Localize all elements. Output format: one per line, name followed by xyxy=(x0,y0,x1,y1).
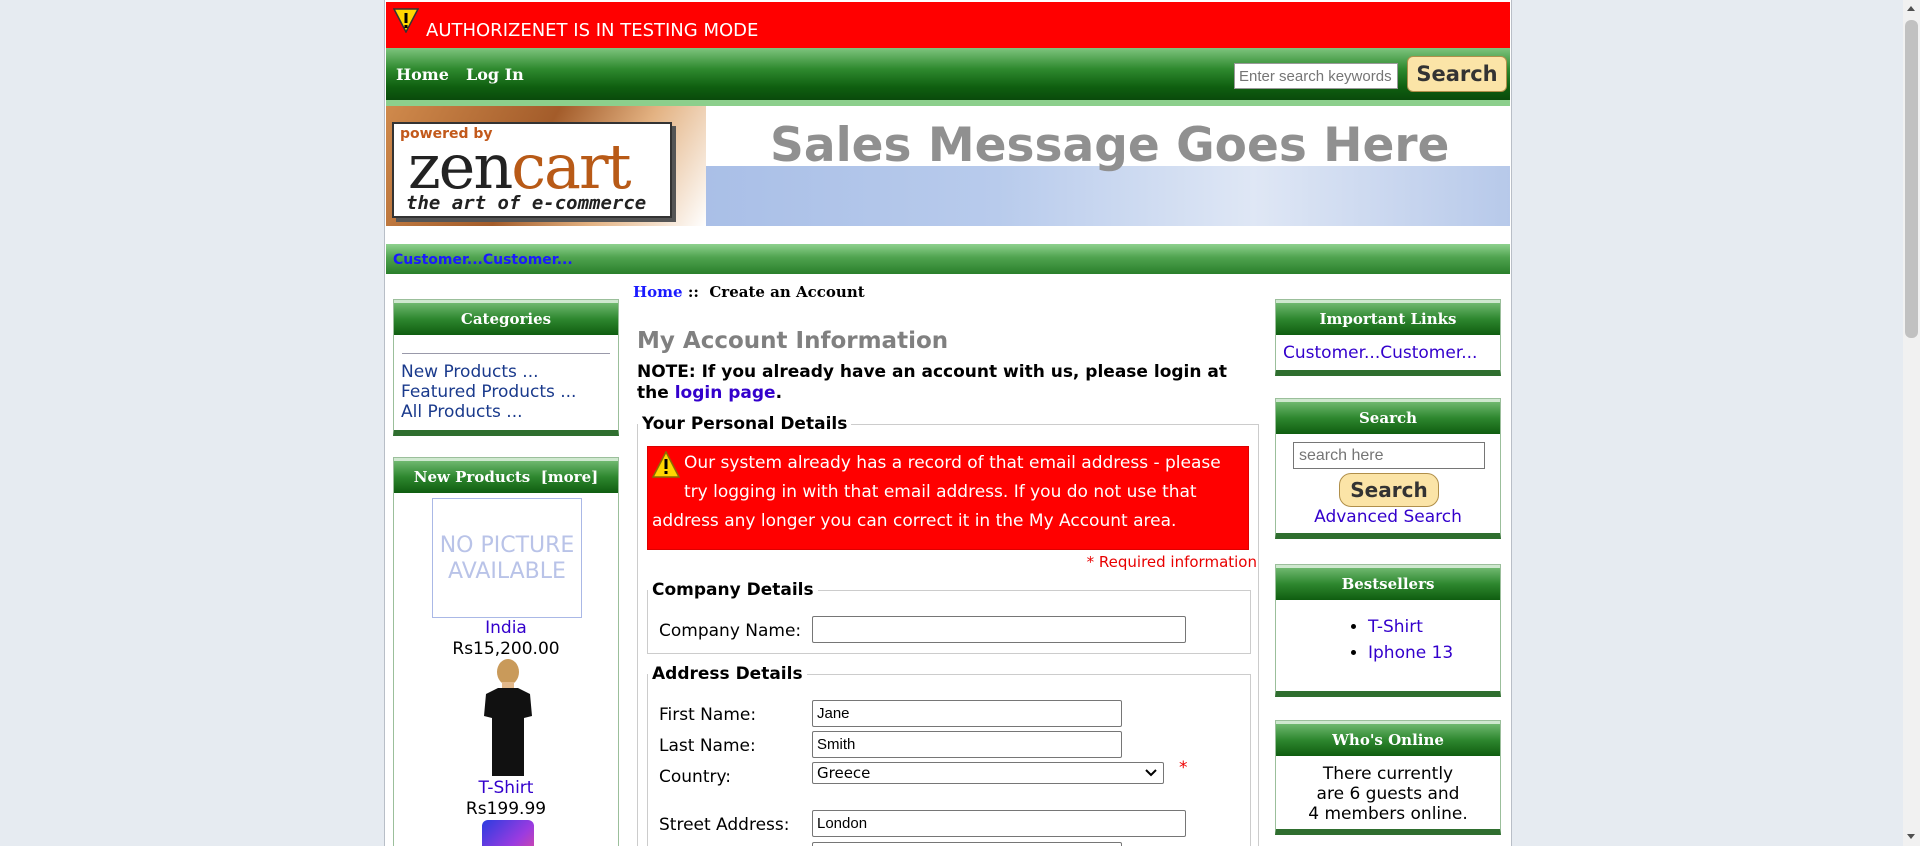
top-nav: Home Log In Search xyxy=(386,48,1510,106)
country-label: Country: xyxy=(659,767,732,787)
company-name-input[interactable] xyxy=(812,616,1186,643)
sidebox-search: Search Search Advanced Search xyxy=(1275,398,1501,539)
first-name-label: First Name: xyxy=(659,705,757,725)
street-address-input[interactable] xyxy=(812,810,1186,837)
banner-sky xyxy=(656,166,1510,226)
search-box-heading: Search xyxy=(1276,399,1500,434)
phone-product-image[interactable] xyxy=(482,820,534,846)
warning-icon xyxy=(652,451,680,478)
country-select[interactable]: Greece xyxy=(812,762,1164,784)
bestsellers-list: T-Shirt Iphone 13 xyxy=(1276,614,1500,666)
street-address-label: Street Address: xyxy=(659,815,790,835)
login-note: NOTE: If you already have an account wit… xyxy=(637,362,1257,404)
breadcrumb-home-link[interactable]: Home xyxy=(633,283,683,301)
list-item: T-Shirt xyxy=(1368,614,1500,640)
important-links-heading: Important Links xyxy=(1276,300,1500,335)
no-picture-text: NO PICTURE xyxy=(439,533,575,558)
breadcrumb: Home :: Create an Account xyxy=(633,283,865,301)
tshirt-product-image[interactable] xyxy=(476,658,540,778)
new-products-more-link[interactable]: [more] xyxy=(541,468,599,486)
breadcrumb-separator: :: xyxy=(687,283,699,301)
required-star: * xyxy=(1179,758,1188,778)
required-info: * Required information xyxy=(1086,553,1257,571)
new-products-heading: New Products [more] xyxy=(394,458,618,493)
company-details-legend: Company Details xyxy=(652,580,814,600)
error-text: Our system already has a record of that … xyxy=(652,453,1221,531)
whos-online-text: There currently are 6 guests and 4 membe… xyxy=(1276,764,1500,824)
bestsellers-box: Bestsellers T-Shirt Iphone 13 xyxy=(1275,564,1501,697)
warning-icon xyxy=(393,8,419,33)
page: AUTHORIZENET IS IN TESTING MODE Home Log… xyxy=(384,0,1512,846)
scrollbar-thumb[interactable] xyxy=(1905,20,1918,338)
categories-box: Categories New Products ... Featured Pro… xyxy=(393,299,619,436)
login-page-link[interactable]: login page xyxy=(675,383,776,403)
header-banner: powered by zencart the art of e-commerce… xyxy=(386,106,1510,226)
last-name-input[interactable] xyxy=(812,731,1122,758)
testing-mode-warning: AUTHORIZENET IS IN TESTING MODE xyxy=(386,2,1510,48)
breadcrumb-current: Create an Account xyxy=(709,283,865,301)
new-products-box: New Products [more] NO PICTURE AVAILABLE… xyxy=(393,457,619,846)
no-picture-text: AVAILABLE xyxy=(448,559,566,584)
personal-details-legend: Your Personal Details xyxy=(642,414,848,434)
bestseller-link[interactable]: T-Shirt xyxy=(1368,617,1423,637)
zencart-logo[interactable]: powered by zencart the art of e-commerce xyxy=(392,122,672,218)
categories-heading: Categories xyxy=(394,300,618,335)
address-details-legend: Address Details xyxy=(652,664,803,684)
ezpages-bar: Customer...Customer... xyxy=(386,244,1510,274)
scroll-down-arrow[interactable] xyxy=(1907,834,1915,839)
product-name-link[interactable]: India xyxy=(394,618,618,638)
company-name-label: Company Name: xyxy=(659,621,802,641)
chevron-down-icon xyxy=(1145,769,1157,777)
nav-login-link[interactable]: Log In xyxy=(466,65,524,84)
whos-online-line: There currently xyxy=(1322,764,1454,784)
error-message: Our system already has a record of that … xyxy=(647,446,1249,550)
bestsellers-heading: Bestsellers xyxy=(1276,565,1500,600)
whos-online-line: 4 members online. xyxy=(1308,804,1468,824)
no-picture-image[interactable]: NO PICTURE AVAILABLE xyxy=(432,498,582,618)
ezpages-link[interactable]: Customer...Customer... xyxy=(393,252,573,268)
sidebox-search-input[interactable] xyxy=(1293,442,1485,469)
whos-online-line: are 6 guests and xyxy=(1316,784,1460,804)
page-title: My Account Information xyxy=(637,328,949,354)
warning-text: AUTHORIZENET IS IN TESTING MODE xyxy=(426,20,759,41)
whos-online-heading: Who's Online xyxy=(1276,721,1500,756)
first-name-input[interactable] xyxy=(812,700,1122,727)
scroll-up-arrow[interactable] xyxy=(1907,6,1915,11)
category-link[interactable]: New Products ... xyxy=(401,362,611,382)
street-address-line2-input[interactable] xyxy=(812,842,1122,846)
sales-message: Sales Message Goes Here xyxy=(770,118,1450,173)
note-suffix: . xyxy=(775,383,783,403)
bestseller-link[interactable]: Iphone 13 xyxy=(1368,643,1453,663)
nav-home-link[interactable]: Home xyxy=(396,65,449,84)
page-scrollbar[interactable] xyxy=(1903,0,1920,846)
new-products-title: New Products xyxy=(413,468,531,486)
list-item: Iphone 13 xyxy=(1368,640,1500,666)
product-name-link[interactable]: T-Shirt xyxy=(394,778,618,798)
category-link[interactable]: All Products ... xyxy=(401,402,611,422)
categories-list: New Products ... Featured Products ... A… xyxy=(394,354,618,432)
last-name-label: Last Name: xyxy=(659,736,756,756)
logo-tagline: the art of e-commerce xyxy=(406,192,647,214)
whos-online-box: Who's Online There currently are 6 guest… xyxy=(1275,720,1501,835)
product-price: Rs199.99 xyxy=(465,799,547,819)
important-link[interactable]: Customer...Customer... xyxy=(1276,335,1500,371)
sidebox-search-button[interactable]: Search xyxy=(1339,473,1439,507)
category-link[interactable]: Featured Products ... xyxy=(401,382,611,402)
product-price: Rs15,200.00 xyxy=(452,639,560,659)
important-links-box: Important Links Customer...Customer... xyxy=(1275,299,1501,376)
advanced-search-link[interactable]: Advanced Search xyxy=(1276,507,1500,527)
header-search-button[interactable]: Search xyxy=(1407,56,1507,92)
header-search-input[interactable] xyxy=(1234,63,1398,89)
country-selected-value: Greece xyxy=(817,764,871,782)
